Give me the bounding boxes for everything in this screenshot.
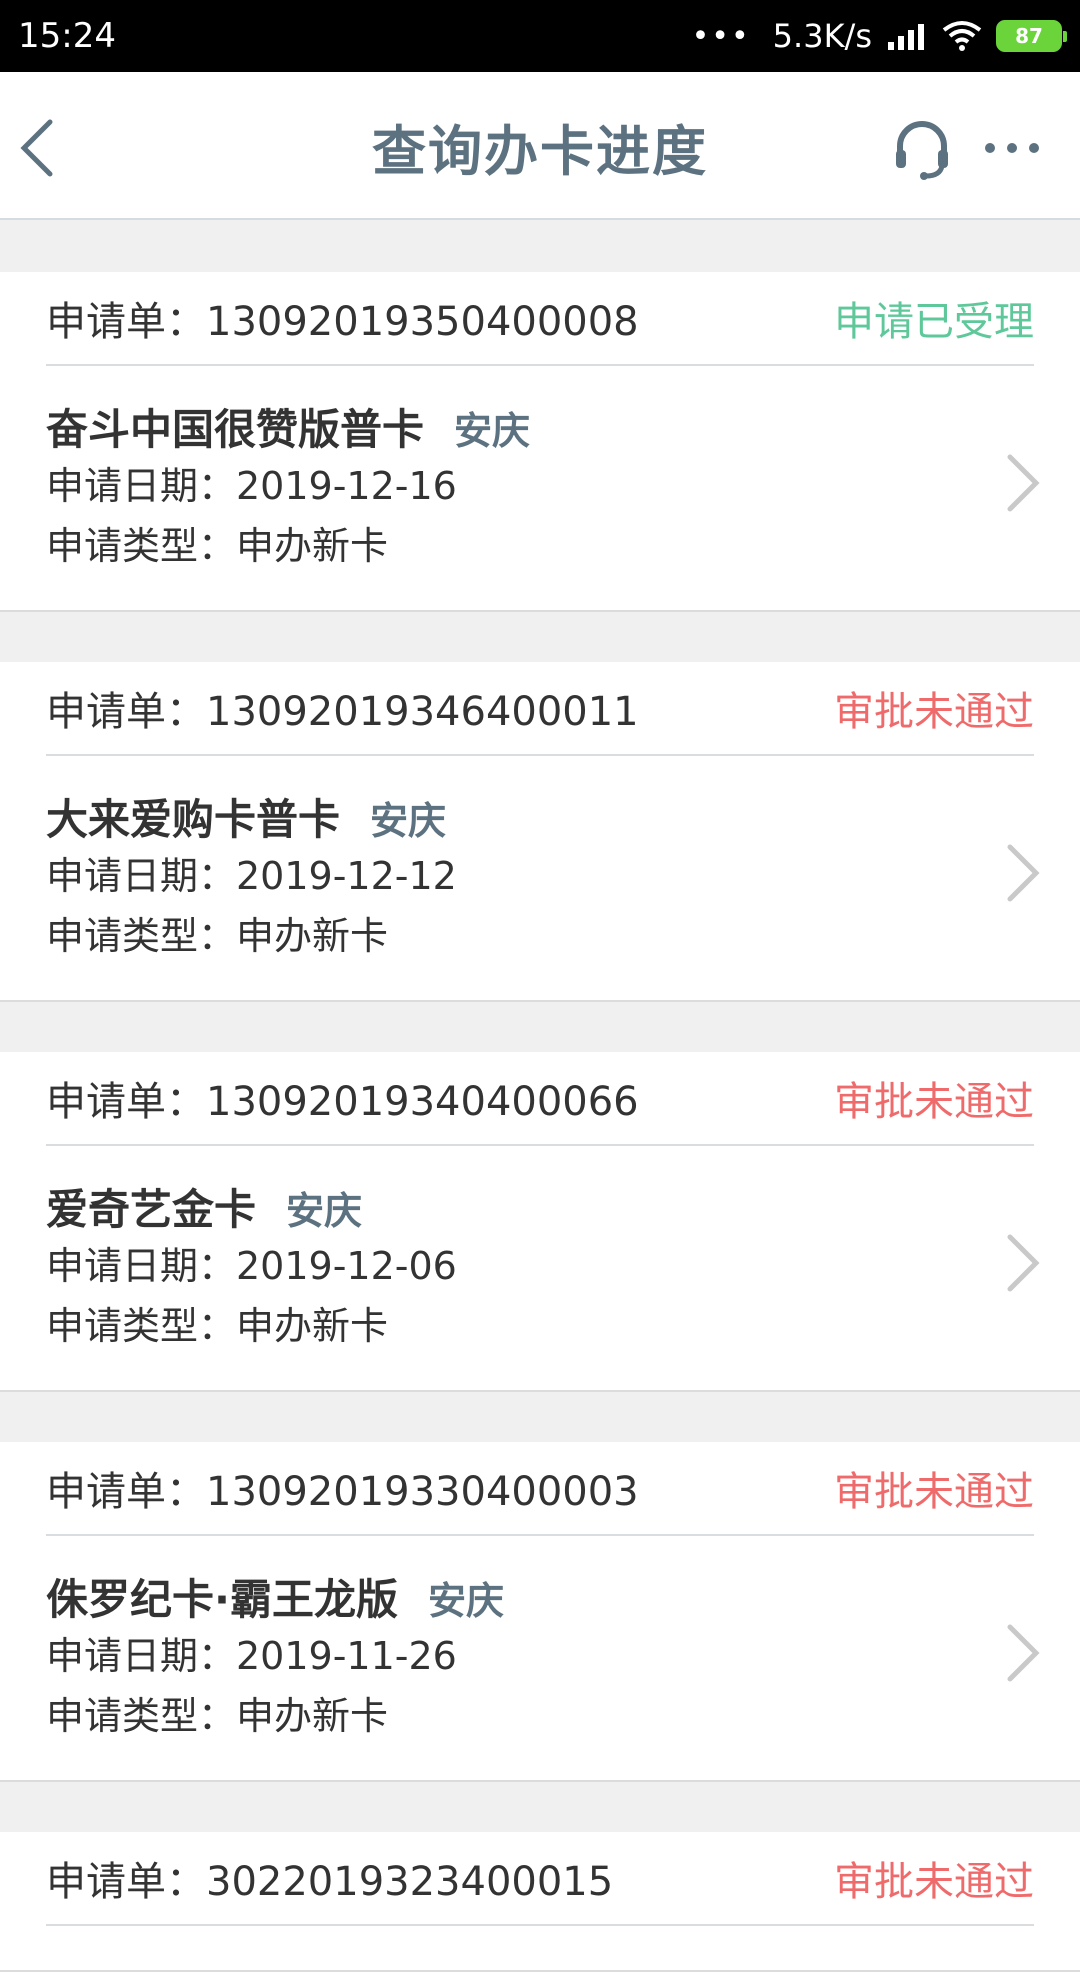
signal-icon <box>886 20 928 52</box>
card-body: 大来爱购卡普卡 安庆 申请日期：2019-12-12 申请类型：申办新卡 <box>0 756 1080 966</box>
application-card[interactable]: 申请单：13092019350400008 申请已受理 奋斗中国很赞版普卡 安庆… <box>0 272 1080 612</box>
card-body: 侏罗纪卡·霸王龙版 安庆 申请日期：2019-11-26 申请类型：申办新卡 <box>0 1536 1080 1746</box>
card-city: 安庆 <box>370 799 447 843</box>
card-header: 申请单：13092019346400011 审批未通过 <box>46 662 1034 756</box>
chevron-right-icon <box>1007 844 1040 902</box>
wifi-icon <box>942 21 982 51</box>
apply-type: 申请类型：申办新卡 <box>46 1304 389 1348</box>
apply-type: 申请类型：申办新卡 <box>46 1694 389 1738</box>
card-header: 申请单：13092019330400003 审批未通过 <box>46 1442 1034 1536</box>
battery-level: 87 <box>1015 24 1043 48</box>
apply-type: 申请类型：申办新卡 <box>46 524 389 568</box>
card-name-row: 奋斗中国很赞版普卡 安庆 <box>46 396 1034 456</box>
network-speed: 5.3K/s <box>772 17 872 55</box>
apply-type: 申请类型：申办新卡 <box>46 914 389 958</box>
apply-date: 申请日期：2019-11-26 <box>46 1634 457 1678</box>
card-name-row: 大来爱购卡普卡 安庆 <box>46 786 1034 846</box>
application-card[interactable]: 申请单：13092019346400011 审批未通过 大来爱购卡普卡 安庆 申… <box>0 662 1080 1002</box>
status-time: 15:24 <box>18 16 116 56</box>
card-header: 申请单：3022019323400015 审批未通过 <box>46 1832 1034 1926</box>
application-list: 申请单：13092019350400008 申请已受理 奋斗中国很赞版普卡 安庆… <box>0 222 1080 1972</box>
chevron-right-icon <box>1007 454 1040 512</box>
apply-date: 申请日期：2019-12-12 <box>46 854 457 898</box>
apply-date: 申请日期：2019-12-16 <box>46 464 457 508</box>
card-body: 爱奇艺金卡 安庆 申请日期：2019-12-06 申请类型：申办新卡 <box>0 1146 1080 1356</box>
notification-dots: ••• <box>691 18 751 54</box>
card-name-row: 侏罗纪卡·霸王龙版 安庆 <box>46 1566 1034 1626</box>
card-name: 大来爱购卡普卡 <box>46 795 341 844</box>
application-card[interactable]: 申请单：3022019323400015 审批未通过 <box>0 1832 1080 1972</box>
application-card[interactable]: 申请单：13092019330400003 审批未通过 侏罗纪卡·霸王龙版 安庆… <box>0 1442 1080 1782</box>
order-number: 申请单：13092019330400003 <box>46 1469 639 1515</box>
chevron-right-icon <box>1007 1624 1040 1682</box>
card-header: 申请单：13092019340400066 审批未通过 <box>46 1052 1034 1146</box>
card-body: 奋斗中国很赞版普卡 安庆 申请日期：2019-12-16 申请类型：申办新卡 <box>0 366 1080 576</box>
status-label: 审批未通过 <box>834 1079 1034 1125</box>
status-label: 审批未通过 <box>834 689 1034 735</box>
card-city: 安庆 <box>286 1189 363 1233</box>
status-icons: ••• 5.3K/s 87 <box>691 17 1067 55</box>
more-icon[interactable] <box>982 136 1042 160</box>
apply-date: 申请日期：2019-12-06 <box>46 1244 457 1288</box>
order-number: 申请单：13092019340400066 <box>46 1079 639 1125</box>
order-number: 申请单：13092019346400011 <box>46 689 639 735</box>
status-label: 审批未通过 <box>834 1859 1034 1905</box>
card-header: 申请单：13092019350400008 申请已受理 <box>46 272 1034 366</box>
headset-icon[interactable] <box>890 116 954 180</box>
card-name-row: 爱奇艺金卡 安庆 <box>46 1176 1034 1236</box>
card-name: 奋斗中国很赞版普卡 <box>46 405 425 454</box>
card-city: 安庆 <box>454 409 531 453</box>
status-label: 审批未通过 <box>834 1469 1034 1515</box>
order-number: 申请单：3022019323400015 <box>46 1859 614 1905</box>
battery-icon: 87 <box>996 20 1067 52</box>
card-name: 爱奇艺金卡 <box>46 1185 257 1234</box>
nav-bar: 查询办卡进度 <box>0 72 1080 220</box>
card-name: 侏罗纪卡·霸王龙版 <box>46 1575 398 1624</box>
application-card[interactable]: 申请单：13092019340400066 审批未通过 爱奇艺金卡 安庆 申请日… <box>0 1052 1080 1392</box>
order-number: 申请单：13092019350400008 <box>46 299 639 345</box>
status-label: 申请已受理 <box>834 299 1034 345</box>
chevron-right-icon <box>1007 1234 1040 1292</box>
status-bar: 15:24 ••• 5.3K/s 87 <box>0 0 1080 72</box>
card-city: 安庆 <box>427 1579 504 1623</box>
